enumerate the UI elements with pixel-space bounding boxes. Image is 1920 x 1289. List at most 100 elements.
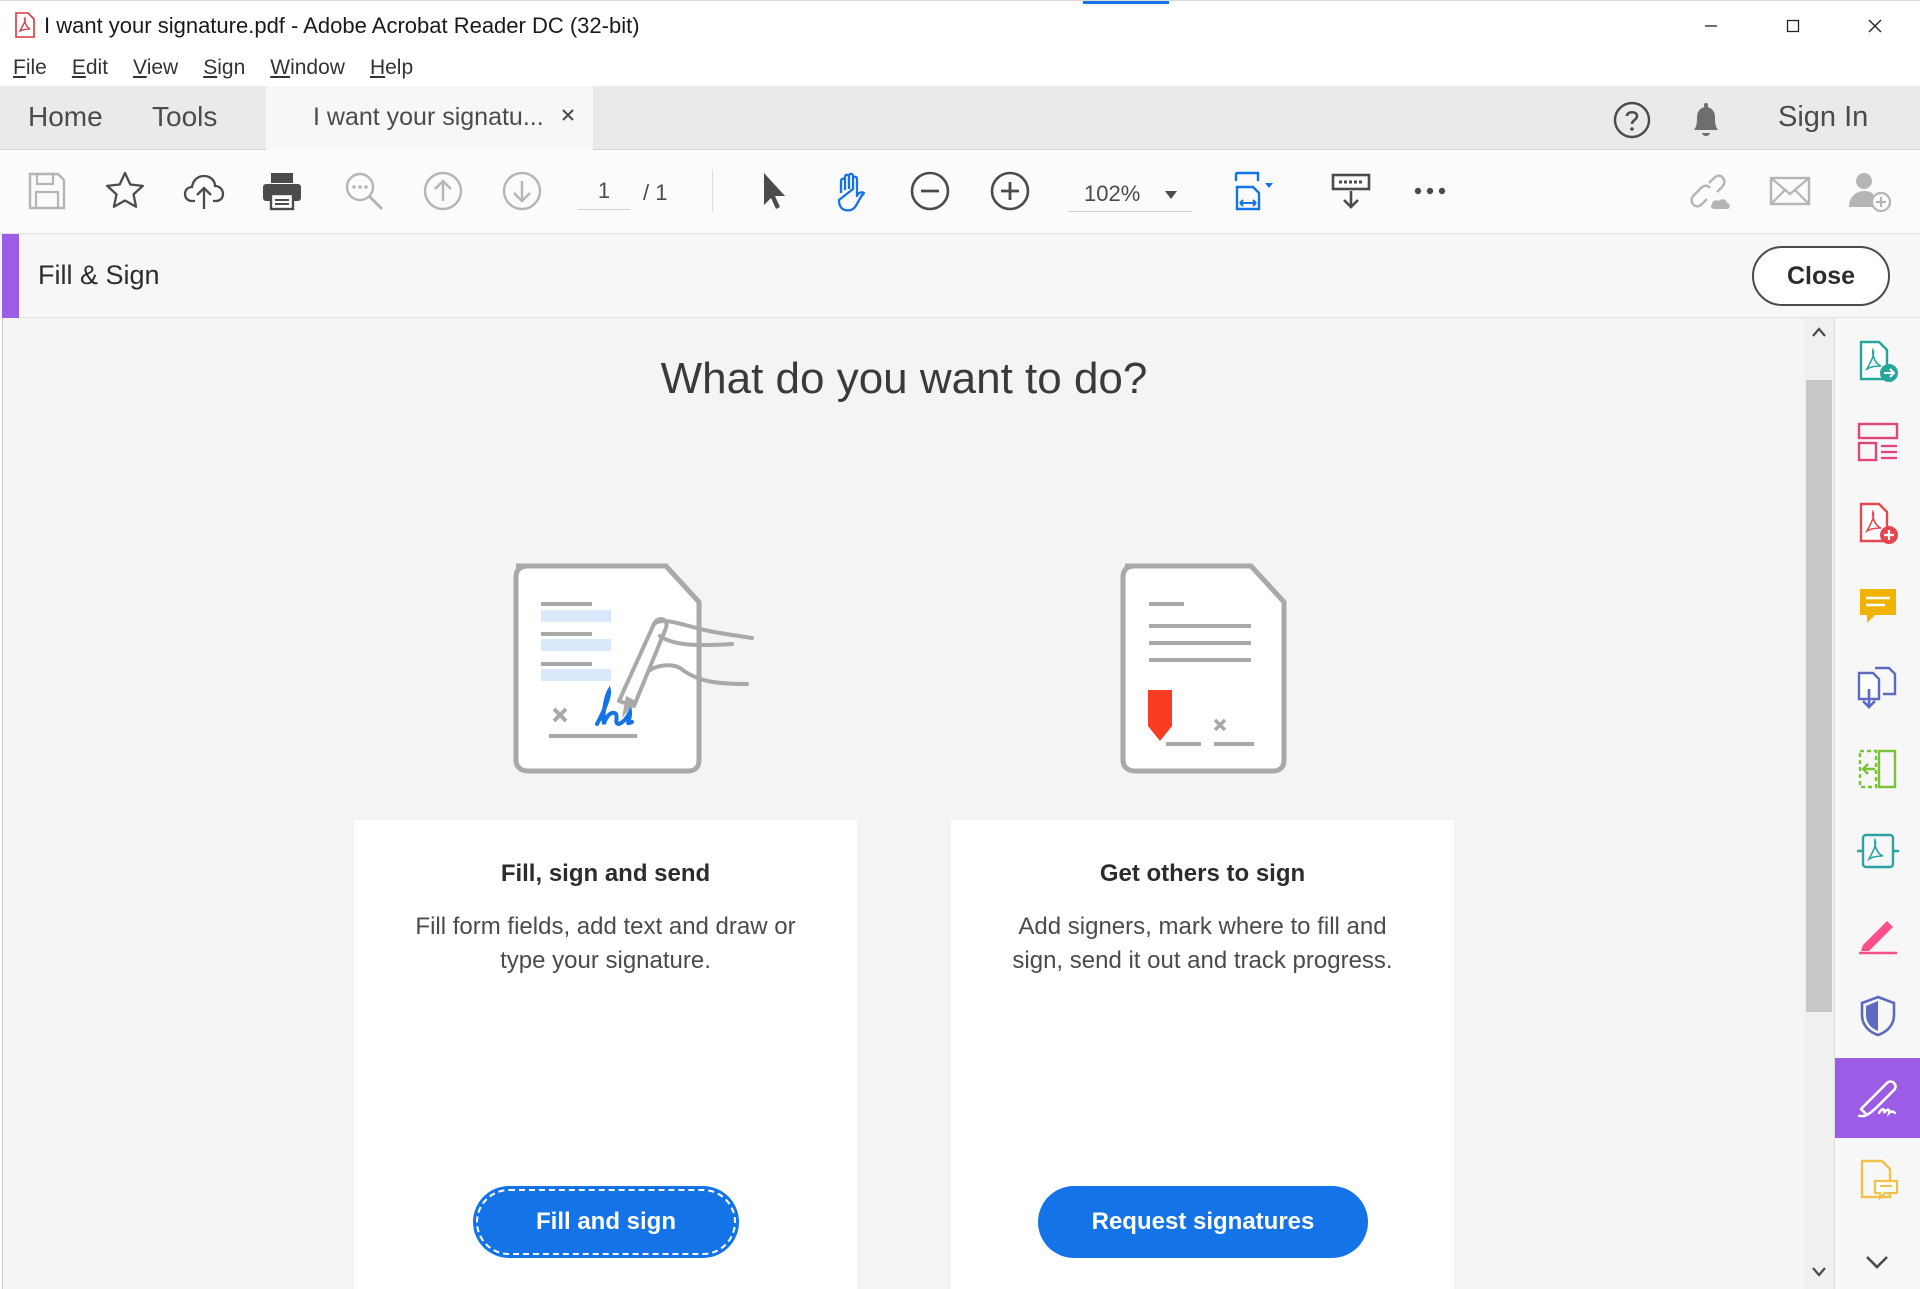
chevron-down-icon	[1165, 191, 1177, 199]
tool-header: Fill & Sign Close	[0, 234, 1920, 318]
card-title: Fill, sign and send	[500, 860, 711, 887]
card-description: Fill form fields, add text and draw or t…	[415, 913, 796, 974]
menu-help[interactable]: Help	[370, 56, 413, 80]
maximize-icon	[1786, 19, 1800, 33]
scroll-down-icon[interactable]	[1811, 1266, 1827, 1278]
menu-file[interactable]: File	[13, 56, 47, 80]
edit-pdf-icon	[1859, 921, 1897, 955]
title-bar: I want your signature.pdf - Adobe Acroba…	[0, 0, 1920, 50]
minimize-button[interactable]	[1670, 1, 1752, 51]
card-title: Get others to sign	[1099, 860, 1306, 887]
cloud-upload-icon	[183, 174, 225, 209]
print-button[interactable]	[259, 168, 305, 214]
save-button[interactable]	[24, 168, 70, 214]
tab-home[interactable]: Home	[28, 101, 103, 133]
email-button[interactable]	[1767, 168, 1813, 214]
send-for-review-tool[interactable]	[1835, 812, 1920, 892]
next-page-button[interactable]	[499, 168, 545, 214]
fill-sign-send-card: Fill, sign and send Fill form fields, ad…	[354, 496, 857, 1289]
arrow-up-circle-icon	[423, 171, 463, 211]
combine-files-tool[interactable]	[1835, 648, 1920, 728]
scrollbar-thumb[interactable]	[1806, 380, 1832, 1012]
save-icon	[28, 172, 66, 210]
fill-sign-illustration	[354, 496, 857, 820]
tab-bar: Home Tools I want your signatu... Sign I…	[0, 86, 1920, 150]
previous-page-button[interactable]	[420, 168, 466, 214]
shield-icon	[1860, 995, 1896, 1037]
read-mode-button[interactable]	[1328, 168, 1374, 214]
upload-cloud-button[interactable]	[181, 168, 227, 214]
edit-pdf-tool[interactable]	[1835, 894, 1920, 974]
menu-window[interactable]: Window	[270, 56, 345, 80]
minimize-icon	[1705, 25, 1717, 27]
scroll-up-icon[interactable]	[1811, 326, 1827, 338]
help-icon[interactable]	[1612, 100, 1652, 140]
tab-tools[interactable]: Tools	[152, 101, 217, 133]
pdf-file-icon	[15, 12, 35, 38]
tab-document[interactable]: I want your signatu...	[266, 86, 593, 150]
export-pdf-icon	[1859, 340, 1898, 382]
close-tool-button[interactable]: Close	[1752, 246, 1890, 306]
share-link-button[interactable]	[1688, 168, 1734, 214]
page-heading: What do you want to do?	[660, 354, 1148, 403]
search-icon	[345, 172, 384, 211]
notifications-bell-icon[interactable]	[1688, 100, 1724, 140]
zoom-out-button[interactable]	[907, 168, 953, 214]
maximize-button[interactable]	[1752, 1, 1834, 51]
page-count: / 1	[643, 180, 668, 205]
more-tools-button[interactable]	[1407, 168, 1453, 214]
create-pdf-tool[interactable]	[1835, 484, 1920, 564]
compress-pdf-icon	[1858, 749, 1897, 789]
tools-sidebar	[1834, 318, 1920, 1289]
add-user-button[interactable]	[1846, 168, 1892, 214]
zoom-out-icon	[910, 171, 950, 211]
menu-view[interactable]: View	[133, 56, 178, 80]
send-for-review-icon	[1857, 833, 1899, 869]
scan-tool[interactable]	[1835, 1140, 1920, 1220]
window-close-button[interactable]	[1834, 1, 1916, 51]
star-icon	[106, 171, 144, 208]
sign-in-link[interactable]: Sign In	[1778, 101, 1868, 134]
add-user-icon	[1849, 173, 1891, 213]
organize-pages-tool[interactable]	[1835, 402, 1920, 482]
menu-bar: File Edit View Sign Window Help	[0, 50, 1920, 86]
close-tab-icon[interactable]	[558, 105, 578, 125]
document-signature-marker-icon	[1120, 563, 1287, 774]
scan-icon	[1860, 1159, 1899, 1201]
cursor-arrow-icon	[764, 173, 785, 209]
document-pen-signature-icon	[513, 563, 754, 774]
fill-sign-icon	[1857, 1080, 1897, 1118]
request-signatures-button[interactable]: Request signatures	[1038, 1186, 1368, 1258]
select-tool-button[interactable]	[750, 168, 796, 214]
page-number-input[interactable]: 1	[578, 178, 630, 210]
zoom-level-dropdown[interactable]: 102%	[1068, 178, 1192, 212]
page-fit-button[interactable]	[1230, 168, 1276, 214]
hand-tool-button[interactable]	[828, 168, 874, 214]
organize-pages-icon	[1857, 422, 1899, 462]
scroll-mode-icon	[1331, 173, 1371, 209]
tool-title: Fill & Sign	[38, 260, 160, 290]
card-description: Add signers, mark where to fill and sign…	[1012, 913, 1393, 974]
more-icon	[1414, 187, 1446, 195]
export-pdf-tool[interactable]	[1835, 322, 1920, 402]
fill-sign-tool[interactable]	[1835, 1058, 1920, 1138]
fit-page-width-icon	[1234, 171, 1273, 211]
bookmark-button[interactable]	[102, 168, 148, 214]
arrow-down-circle-icon	[502, 171, 542, 211]
comment-icon	[1860, 589, 1896, 623]
find-text-button[interactable]	[341, 168, 387, 214]
protect-tool[interactable]	[1835, 976, 1920, 1056]
comment-tool[interactable]	[1835, 566, 1920, 646]
compress-pdf-tool[interactable]	[1835, 730, 1920, 810]
chevron-down-icon[interactable]	[1864, 1254, 1890, 1270]
link-cloud-icon	[1690, 174, 1730, 209]
combine-files-icon	[1857, 666, 1897, 709]
fill-and-sign-button[interactable]: Fill and sign	[473, 1186, 739, 1258]
window-title: I want your signature.pdf - Adobe Acroba…	[44, 13, 640, 38]
document-tab-label: I want your signatu...	[313, 103, 544, 131]
menu-edit[interactable]: Edit	[72, 56, 108, 80]
vertical-scrollbar[interactable]	[1804, 318, 1834, 1289]
window-focus-indicator	[1083, 1, 1169, 4]
zoom-in-button[interactable]	[987, 168, 1033, 214]
menu-sign[interactable]: Sign	[203, 56, 245, 80]
